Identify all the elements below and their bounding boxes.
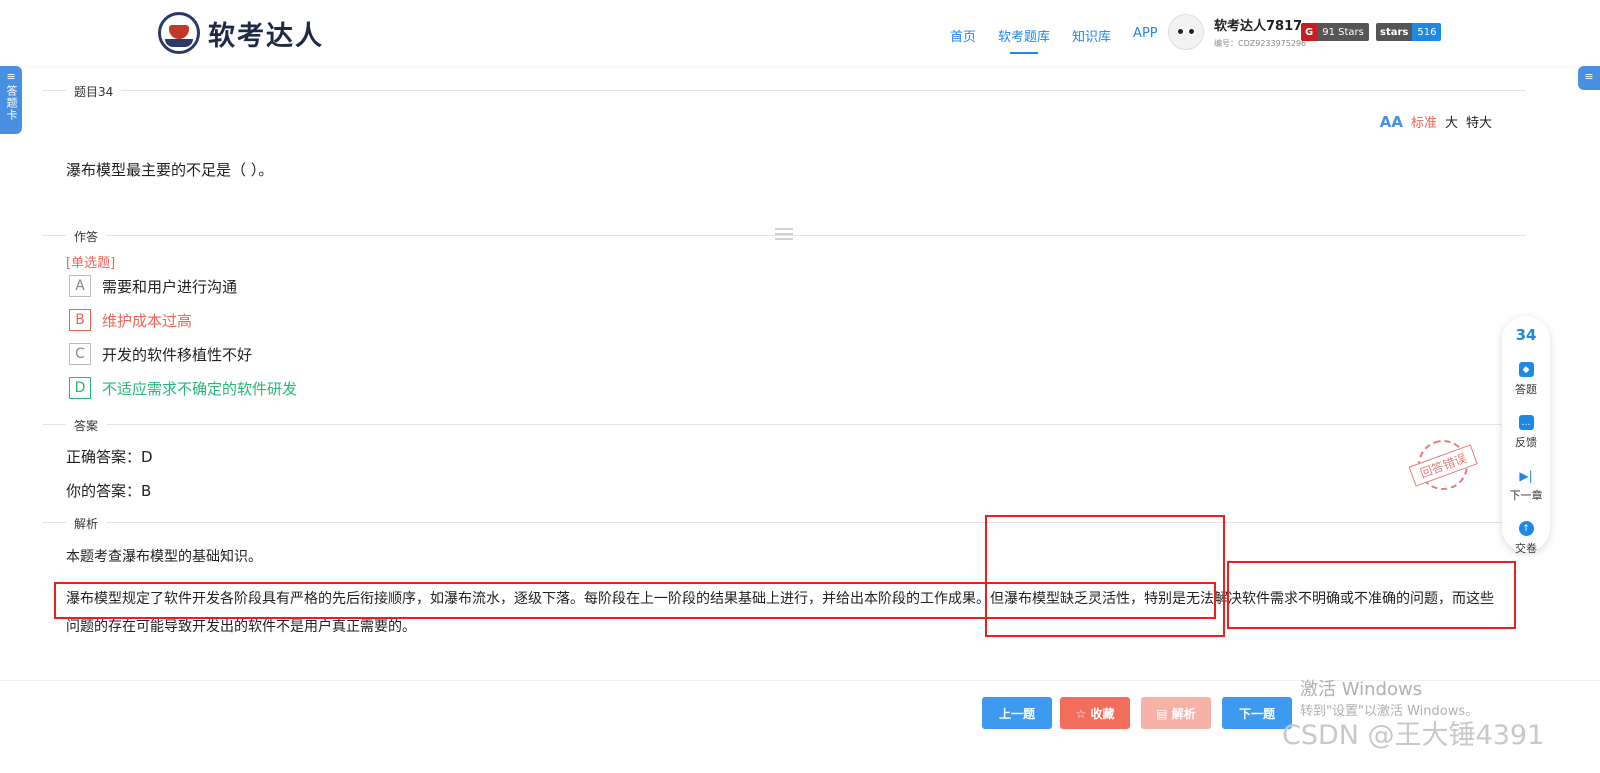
option-d[interactable]: D 不适应需求不确定的软件研发 (69, 377, 297, 399)
option-key: D (69, 377, 91, 399)
answer-card-tab[interactable]: ≡ 答题卡 (0, 66, 22, 134)
drag-handle-icon[interactable] (775, 228, 793, 242)
annotation-box (985, 515, 1225, 637)
font-size-selector: AA 标准 大 特大 (1379, 112, 1492, 132)
github-stars-badge[interactable]: stars 516 (1376, 23, 1442, 41)
answer-sheet-label: 答题 (1515, 383, 1537, 396)
user-profile[interactable]: 软考达人7817 编号：CDZ9233975296 (1168, 14, 1306, 50)
floating-toolbar: 34 ◆ 答题 … 反馈 ▶| 下一章 ↑ 交卷 (1502, 316, 1550, 555)
result-section-header: 答案 (42, 417, 1526, 434)
result-label: 答案 (66, 417, 107, 434)
submit-button[interactable]: ↑ 交卷 (1515, 521, 1537, 556)
site-logo[interactable]: 软考达人 (158, 12, 324, 54)
answer-icon: ◆ (1518, 362, 1534, 377)
analysis-section-header: 解析 (42, 515, 1526, 532)
question-number: 题目34 (66, 83, 122, 100)
font-xlarge[interactable]: 特大 (1466, 112, 1492, 131)
logo-text: 软考达人 (208, 20, 324, 52)
csdn-watermark: CSDN @王大锤4391 (1282, 720, 1545, 751)
option-b[interactable]: B 维护成本过高 (69, 309, 192, 331)
font-large[interactable]: 大 (1445, 112, 1458, 131)
menu-icon: ≡ (6, 70, 16, 83)
option-text: 不适应需求不确定的软件研发 (102, 379, 298, 398)
answer-card-label: 答题卡 (5, 85, 18, 121)
chat-icon: … (1518, 415, 1534, 430)
right-menu-tab[interactable]: ≡ (1578, 66, 1600, 90)
next-chapter-label: 下一章 (1509, 489, 1543, 502)
option-text: 开发的软件移植性不好 (102, 345, 253, 364)
gitee-stars-badge[interactable]: G 91 Stars (1301, 23, 1369, 41)
windows-activation-title: 激活 Windows (1300, 679, 1423, 700)
github-stars-label: stars (1376, 23, 1413, 41)
current-question-number: 34 (1515, 326, 1537, 344)
prev-question-button[interactable]: 上一题 (982, 697, 1052, 729)
option-key: B (69, 309, 91, 331)
font-standard[interactable]: 标准 (1411, 112, 1437, 131)
github-stars-count: 516 (1412, 23, 1442, 41)
analysis-button[interactable]: ▤ 解析 (1141, 697, 1211, 729)
question-section-header: 题目34 (42, 83, 1526, 100)
next-chapter-button[interactable]: ▶| 下一章 (1510, 468, 1543, 503)
logo-icon (158, 12, 200, 54)
upload-icon: ↑ (1518, 521, 1534, 536)
nav-knowledge[interactable]: 知识库 (1072, 26, 1111, 45)
font-size-icon: AA (1379, 112, 1403, 131)
skip-next-icon: ▶| (1519, 468, 1533, 483)
analysis-label: 解析 (66, 515, 107, 532)
option-a[interactable]: A 需要和用户进行沟通 (69, 275, 237, 297)
option-key: C (69, 343, 91, 365)
wrong-answer-stamp: 回答错误 (1403, 430, 1482, 500)
user-id: 编号：CDZ9233975296 (1214, 39, 1307, 48)
feedback-label: 反馈 (1515, 436, 1537, 449)
your-answer: 你的答案：B (66, 482, 152, 500)
nav-home[interactable]: 首页 (950, 26, 976, 45)
option-text: 需要和用户进行沟通 (102, 277, 238, 296)
menu-icon: ≡ (1584, 70, 1594, 83)
feedback-button[interactable]: … 反馈 (1515, 415, 1537, 450)
annotation-box (1227, 561, 1516, 629)
favorite-button[interactable]: ☆ 收藏 (1060, 697, 1130, 729)
nav-question-bank[interactable]: 软考题库 (998, 26, 1050, 54)
correct-answer: 正确答案：D (66, 448, 153, 466)
submit-label: 交卷 (1515, 542, 1537, 555)
top-bar: 软考达人 首页 软考题库 知识库 APP 软考达人7817 编号：CDZ9233… (0, 0, 1600, 66)
question-text: 瀑布模型最主要的不足是（ ）。 (66, 161, 274, 179)
gitee-icon: G (1301, 23, 1318, 41)
analysis-intro: 本题考查瀑布模型的基础知识。 (66, 549, 262, 565)
nav-app[interactable]: APP (1133, 26, 1158, 45)
gitee-stars-count: 91 Stars (1317, 23, 1369, 41)
option-key: A (69, 275, 91, 297)
user-name: 软考达人7817 (1214, 19, 1303, 34)
avatar[interactable] (1168, 14, 1204, 50)
main-nav: 首页 软考题库 知识库 APP (950, 26, 1158, 54)
question-type: [单选题] (66, 256, 116, 271)
answer-sheet-button[interactable]: ◆ 答题 (1515, 362, 1537, 397)
answer-area-label: 作答 (66, 228, 107, 245)
option-c[interactable]: C 开发的软件移植性不好 (69, 343, 252, 365)
option-text: 维护成本过高 (102, 311, 193, 330)
